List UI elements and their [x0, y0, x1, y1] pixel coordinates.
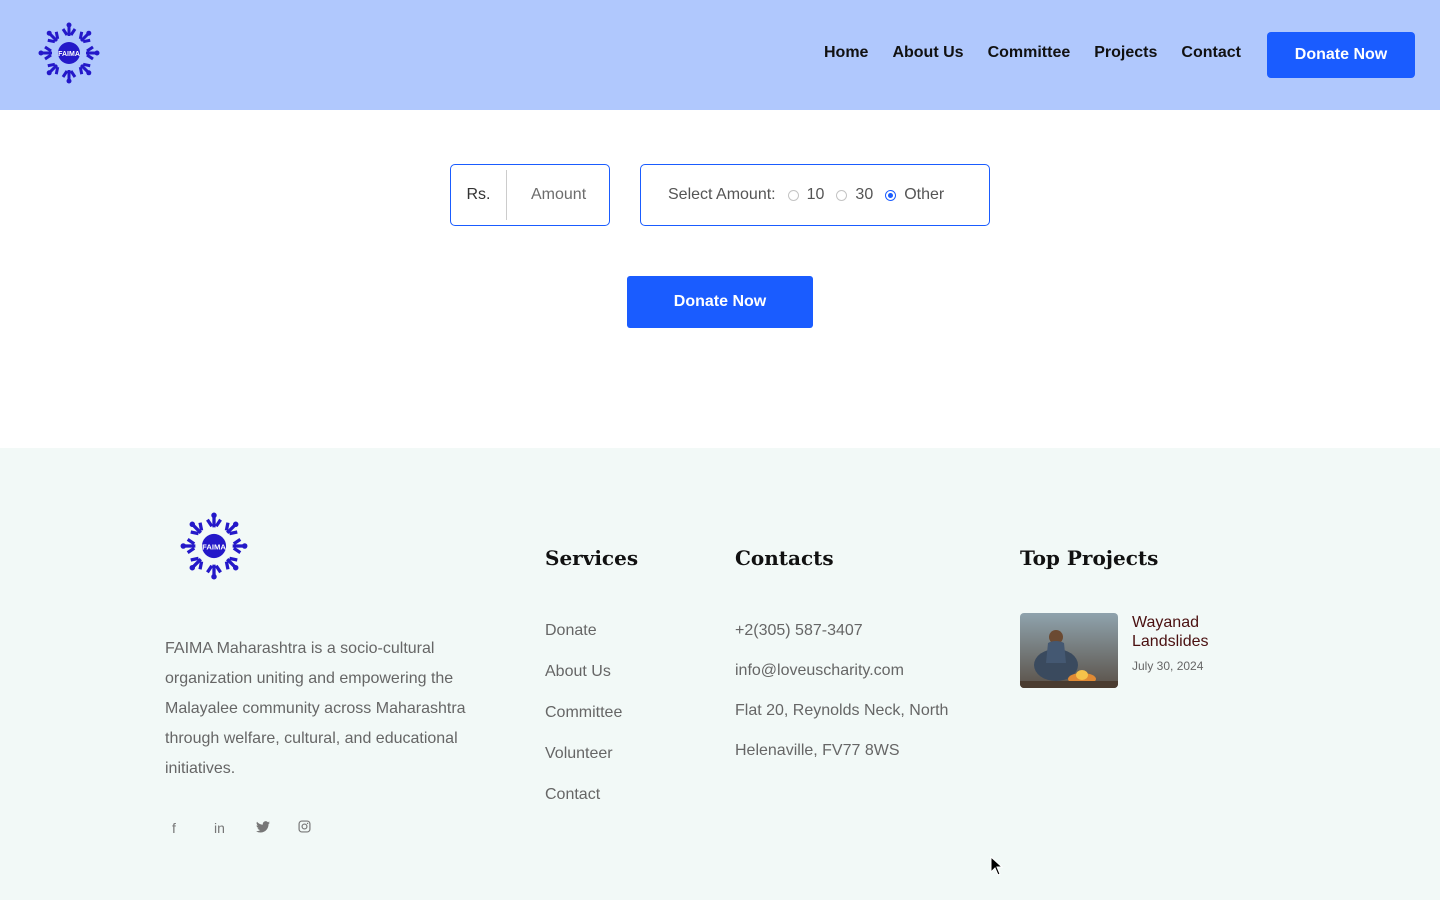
contacts-title: Contacts [735, 546, 834, 570]
radio-label: 10 [806, 186, 825, 203]
radio-button[interactable] [787, 189, 799, 201]
project-card[interactable]: Wayanad Landslides July 30, 2024 [1020, 613, 1242, 688]
site-header: FAIMA Home About Us Committee Projects C… [0, 0, 1440, 110]
faima-logo[interactable]: FAIMA [38, 22, 100, 84]
contact-address-line-2: Helenaville, FV77 8WS [735, 742, 900, 759]
donate-submit-button[interactable]: Donate Now [627, 276, 813, 328]
project-title[interactable]: Wayanad Landslides [1132, 613, 1242, 651]
amount-option-other[interactable]: Other [885, 186, 944, 204]
about-text: FAIMA Maharashtra is a socio-cultural or… [165, 640, 466, 777]
mouse-cursor-icon [990, 856, 1004, 876]
nav-about-us[interactable]: About Us [892, 44, 963, 62]
radio-label: 30 [855, 186, 874, 203]
project-info: Wayanad Landslides July 30, 2024 [1132, 613, 1242, 688]
linkedin-icon[interactable]: in [214, 820, 256, 836]
services-item-volunteer[interactable]: Volunteer [545, 745, 622, 786]
radio-label: Other [904, 186, 945, 203]
currency-label: Rs. [451, 170, 507, 220]
amount-input[interactable] [507, 186, 607, 204]
amount-selector: Select Amount: 10 30 Other [640, 164, 990, 226]
top-projects-title: Top Projects [1020, 546, 1159, 570]
nav-projects[interactable]: Projects [1094, 44, 1157, 62]
services-item-contact[interactable]: Contact [545, 786, 622, 827]
services-item-committee[interactable]: Committee [545, 704, 622, 745]
services-item-donate[interactable]: Donate [545, 622, 622, 663]
svg-text:FAIMA: FAIMA [202, 542, 226, 551]
contacts-list: +2(305) 587-3407 info@loveuscharity.com … [735, 622, 948, 782]
amount-option-30[interactable]: 30 [836, 186, 873, 204]
contact-address-line-1: Flat 20, Reynolds Neck, North [735, 702, 949, 719]
faima-logo: FAIMA [180, 512, 248, 580]
instagram-icon[interactable] [298, 820, 340, 836]
site-footer: FAIMA FAIMA Maharashtra is a socio-cultu… [0, 448, 1440, 900]
services-list: Donate About Us Committee Volunteer Cont… [545, 622, 622, 827]
amount-option-10[interactable]: 10 [787, 186, 825, 204]
radio-button[interactable] [836, 189, 848, 201]
nav-home[interactable]: Home [824, 44, 868, 62]
radio-button-selected[interactable] [885, 189, 897, 201]
nav-committee[interactable]: Committee [988, 44, 1071, 62]
project-thumbnail[interactable] [1020, 613, 1118, 688]
header-donate-button[interactable]: Donate Now [1267, 32, 1415, 78]
contact-email[interactable]: info@loveuscharity.com [735, 662, 948, 702]
nav-contact[interactable]: Contact [1181, 44, 1241, 62]
main-nav: Home About Us Committee Projects Contact [824, 44, 1265, 62]
svg-text:FAIMA: FAIMA [58, 51, 80, 58]
facebook-icon[interactable]: f [172, 820, 214, 836]
services-item-about-us[interactable]: About Us [545, 663, 622, 704]
select-amount-label: Select Amount: [668, 186, 776, 203]
social-links: f in [172, 820, 340, 836]
twitter-icon[interactable] [256, 820, 298, 836]
contact-phone[interactable]: +2(305) 587-3407 [735, 622, 948, 662]
services-title: Services [545, 546, 639, 570]
project-date: July 30, 2024 [1132, 659, 1204, 673]
amount-field: Rs. [450, 164, 610, 226]
